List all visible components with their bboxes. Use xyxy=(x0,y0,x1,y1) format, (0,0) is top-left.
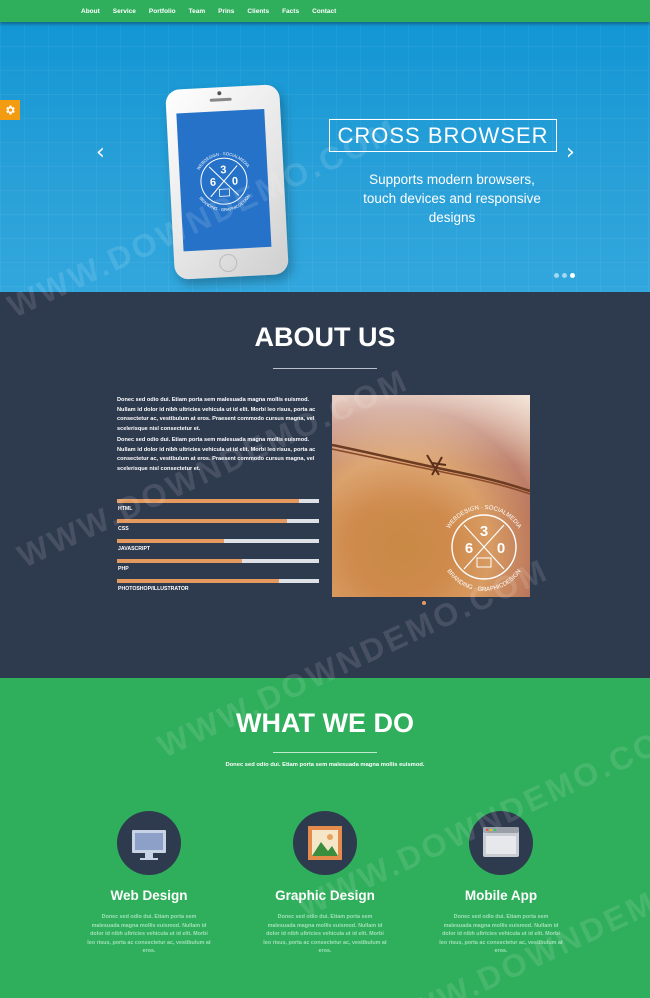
browser-window-icon xyxy=(469,811,533,875)
hero-slider: ‹ › 3 6 0 WEBDESIGN · SOCIALMEDIA BRANDI… xyxy=(0,22,650,292)
skills-progress-list: HTML CSS JAVASCRIPT PHP PHOTOSHOP/ILLUSTRATO… xyxy=(117,499,319,599)
nav-item-portfolio[interactable]: Portfolio xyxy=(149,8,176,15)
slider-dot[interactable] xyxy=(570,273,575,278)
gear-icon xyxy=(6,105,15,115)
skill-bar: CSS xyxy=(117,519,319,539)
about-title-divider xyxy=(273,368,377,369)
slider-dot[interactable] xyxy=(554,273,559,278)
image-badge-number-right: 0 xyxy=(497,540,505,557)
phone-home-button xyxy=(218,253,238,273)
skill-label: CSS xyxy=(118,526,129,532)
monitor-icon xyxy=(117,811,181,875)
service-description: Donec sed odio dui. Etiam porta sem male… xyxy=(439,914,563,954)
service-title: Web Design xyxy=(110,888,188,903)
skill-fill xyxy=(117,539,225,543)
badge-number-top: 3 xyxy=(220,164,227,176)
settings-gear-button[interactable] xyxy=(0,100,20,120)
slider-prev-arrow[interactable]: ‹ xyxy=(96,140,105,165)
skill-bar: PHP xyxy=(117,559,319,579)
nav-item-contact[interactable]: Contact xyxy=(312,8,336,15)
service-graphic-design: Graphic Design Donec sed odio dui. Etiam… xyxy=(245,811,405,956)
about-paragraph-2: Donec sed odio dui. Etiam porta sem male… xyxy=(117,437,316,472)
slide-description: Supports modern browsers, touch devices … xyxy=(363,172,541,225)
services-title: WHAT WE DO xyxy=(236,708,414,738)
top-nav: About Service Portfolio Team Prins Clien… xyxy=(0,0,650,22)
service-mobile-app: Mobile App Donec sed odio dui. Etiam por… xyxy=(421,811,581,956)
skill-label: PHOTOSHOP/ILLUSTRATOR xyxy=(118,586,189,592)
picture-icon xyxy=(293,811,357,875)
phone-mockup: 3 6 0 WEBDESIGN · SOCIALMEDIA BRANDING ·… xyxy=(165,84,289,280)
skill-label: JAVASCRIPT xyxy=(118,546,151,552)
services-title-divider xyxy=(273,752,377,753)
skill-fill xyxy=(117,519,287,523)
barbed-wire-photo: 3 6 0 WEBDESIGN · SOCIALMEDIA BRANDING ·… xyxy=(332,443,530,593)
slider-next-arrow[interactable]: › xyxy=(566,140,575,165)
about-image: 3 6 0 WEBDESIGN · SOCIALMEDIA BRANDING ·… xyxy=(332,395,530,597)
image-badge-number-top: 3 xyxy=(480,523,488,540)
webdesign-badge-logo: 3 6 0 WEBDESIGN · SOCIALMEDIA BRANDING ·… xyxy=(195,150,252,214)
svg-text:BRANDING · GRAPHICDESIGN: BRANDING · GRAPHICDESIGN xyxy=(445,569,522,593)
services-subtitle: Donec sed odio dui. Etiam porta sem male… xyxy=(225,762,425,768)
image-slider-dot[interactable] xyxy=(422,601,426,605)
services-section: WHAT WE DO Donec sed odio dui. Etiam por… xyxy=(0,678,650,998)
skill-bar: PHOTOSHOP/ILLUSTRATOR xyxy=(117,579,319,599)
service-description: Donec sed odio dui. Etiam porta sem male… xyxy=(87,914,211,954)
service-title: Graphic Design xyxy=(275,888,375,903)
slider-dot[interactable] xyxy=(562,273,567,278)
nav-item-about[interactable]: About xyxy=(81,8,100,15)
skill-fill xyxy=(117,579,279,583)
phone-screen: 3 6 0 WEBDESIGN · SOCIALMEDIA BRANDING ·… xyxy=(176,108,272,252)
about-paragraph-1: Donec sed odio dui. Etiam porta sem male… xyxy=(117,397,316,432)
skill-fill xyxy=(117,559,243,563)
slide-title: CROSS BROWSER xyxy=(329,119,557,152)
badge-number-right: 0 xyxy=(232,175,239,187)
phone-speaker xyxy=(209,97,232,102)
image-badge-number-left: 6 xyxy=(465,540,473,557)
about-title: ABOUT US xyxy=(254,322,396,352)
nav-menu: About Service Portfolio Team Prins Clien… xyxy=(81,0,349,22)
service-title: Mobile App xyxy=(464,888,538,903)
slider-pagination xyxy=(554,273,575,278)
phone-camera xyxy=(217,91,222,96)
nav-item-prins[interactable]: Prins xyxy=(218,8,234,15)
service-description: Donec sed odio dui. Etiam porta sem male… xyxy=(263,914,387,954)
skill-label: PHP xyxy=(118,566,129,572)
skill-label: HTML xyxy=(118,506,133,512)
nav-item-service[interactable]: Service xyxy=(113,8,136,15)
service-web-design: Web Design Donec sed odio dui. Etiam por… xyxy=(69,811,229,956)
nav-item-clients[interactable]: Clients xyxy=(247,8,269,15)
about-section: ABOUT US Donec sed odio dui. Etiam porta… xyxy=(0,292,650,678)
nav-item-team[interactable]: Team xyxy=(189,8,206,15)
image-badge-ring-bottom: BRANDING · GRAPHICDESIGN xyxy=(445,569,522,593)
skill-fill xyxy=(117,499,299,503)
skill-bar: HTML xyxy=(117,499,319,519)
nav-item-facts[interactable]: Facts xyxy=(282,8,299,15)
badge-number-left: 6 xyxy=(210,177,217,189)
skill-bar: JAVASCRIPT xyxy=(117,539,319,559)
